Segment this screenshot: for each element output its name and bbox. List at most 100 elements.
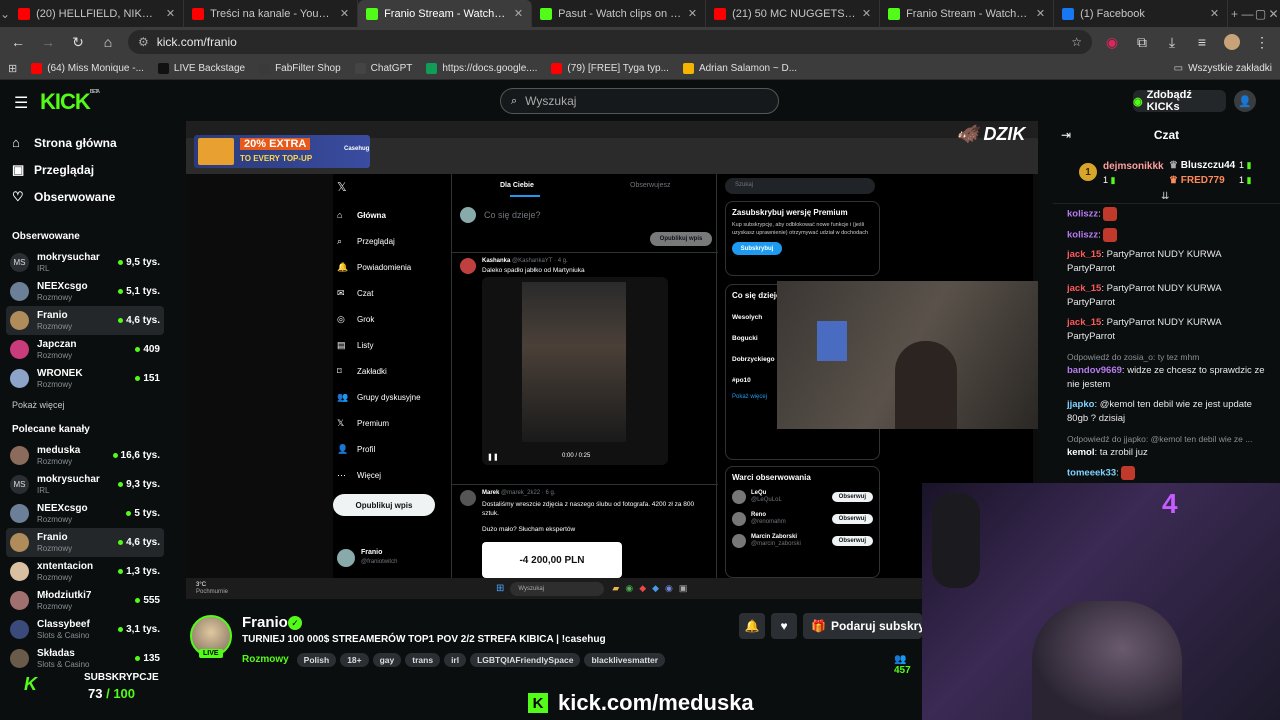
search-input[interactable]: ⌕ Wyszukaj — [500, 88, 779, 114]
forward-icon[interactable]: → — [38, 32, 58, 52]
bookmark[interactable]: (64) Miss Monique -... — [31, 62, 144, 74]
address-bar[interactable]: ⚙ kick.com/franio ☆ — [128, 30, 1092, 54]
bookmark[interactable]: (79) [FREE] Tyga typ... — [551, 62, 669, 74]
bookmark[interactable]: FabFilter Shop — [259, 62, 341, 74]
tab-close-icon[interactable]: ✕ — [688, 7, 697, 20]
sidebar-nav-item[interactable]: ⌂ Strona główna — [0, 129, 170, 156]
sidebar-channel[interactable]: MS mokrysuchar IRL 9,3 tys. — [0, 470, 170, 499]
chat-message[interactable]: jack_15: PartyParrot NUDY KURWA PartyPar… — [1053, 282, 1280, 310]
tab-close-icon[interactable]: ✕ — [1210, 7, 1219, 20]
browser-tab[interactable]: Franio Stream - Watch Live on ✕ — [880, 0, 1055, 27]
x-nav-item[interactable]: 𝕏 Premium — [337, 410, 447, 436]
x-nav-item[interactable]: ◎ Grok — [337, 306, 447, 332]
stream-tag[interactable]: 18+ — [340, 653, 369, 667]
stream-tag[interactable]: blacklivesmatter — [584, 653, 666, 667]
folder-app-icon[interactable]: ▰ — [612, 583, 619, 594]
x-nav-item[interactable]: ⌂ Główna — [337, 202, 447, 228]
new-tab-button[interactable]: + — [1228, 0, 1241, 27]
chat-message[interactable]: Odpowiedź do jjapko: @kemol ten debil wi… — [1053, 432, 1280, 460]
reload-icon[interactable]: ↻ — [68, 32, 88, 52]
video-pause-icon[interactable]: ❚❚ — [487, 453, 499, 461]
browser-tab[interactable]: Franio Stream - Watch Live on ✕ — [358, 0, 533, 27]
get-kicks-button[interactable]: ◉ Zdobądź KICKs — [1133, 89, 1226, 113]
sidebar-channel[interactable]: Franio Rozmowy 4,6 tys. — [6, 528, 164, 557]
back-icon[interactable]: ← — [8, 32, 28, 52]
all-bookmarks[interactable]: ▭ Wszystkie zakładki — [1174, 63, 1272, 74]
minimize-icon[interactable]: — — [1241, 0, 1254, 27]
tab-close-icon[interactable]: ✕ — [166, 7, 175, 20]
chat-username[interactable]: jack_15 — [1067, 249, 1101, 260]
tab-for-you[interactable]: Dla Ciebie — [500, 182, 534, 189]
sidebar-channel[interactable]: WRONEK Rozmowy 151 — [0, 364, 170, 393]
sidebar-nav-item[interactable]: ▣ Przeglądaj — [0, 156, 170, 183]
x-nav-item[interactable]: 👤 Profil — [337, 436, 447, 462]
browser-tab[interactable]: Pasut - Watch clips on Kick ✕ — [532, 0, 707, 27]
x-nav-item[interactable]: ⌑ Zakładki — [337, 358, 447, 384]
stream-category[interactable]: Rozmowy — [242, 654, 289, 665]
chat-username[interactable]: koliszz — [1067, 229, 1098, 240]
x-nav-item[interactable]: ✉ Czat — [337, 280, 447, 306]
stream-tag[interactable]: LGBTQIAFriendlySpace — [470, 653, 581, 667]
follow-button[interactable]: Obserwuj — [831, 514, 873, 524]
follow-button[interactable]: Obserwuj — [831, 492, 873, 502]
bookmark[interactable]: LIVE Backstage — [157, 62, 245, 74]
x-post-button[interactable]: Opublikuj wpis — [333, 494, 435, 516]
hamburger-menu-icon[interactable]: ☰ — [14, 93, 28, 113]
x-nav-item[interactable]: ▤ Listy — [337, 332, 447, 358]
bookmark[interactable]: Adrian Salamon ~ D... — [682, 62, 797, 74]
app-icon[interactable]: ▣ — [679, 583, 688, 594]
close-window-icon[interactable]: ✕ — [1267, 0, 1280, 27]
sidebar-channel[interactable]: xntentacion Rozmowy 1,3 tys. — [0, 557, 170, 586]
windows-start-icon[interactable]: ⊞ — [496, 583, 504, 594]
premium-subscribe-button[interactable]: Subskrybuj — [732, 242, 782, 255]
tab-list-icon[interactable]: ⌄ — [0, 0, 10, 27]
browser-tab[interactable]: (20) HELLFIELD, NIKO PANDETT ✕ — [10, 0, 185, 27]
stream-tag[interactable]: Polish — [296, 653, 337, 667]
chrome-app-icon[interactable]: ◉ — [625, 583, 633, 594]
expand-leaderboard-icon[interactable]: ⇊ — [1161, 191, 1169, 202]
video-player[interactable]: 20% EXTRA TO EVERY TOP-UP Casehug 🐗 DZIK… — [186, 121, 1038, 599]
gift-sub-button[interactable]: 🎁Podaruj subskrypcję — [803, 613, 922, 639]
tab-close-icon[interactable]: ✕ — [1036, 7, 1045, 20]
compose-post-button[interactable]: Opublikuj wpis — [650, 232, 712, 246]
sidebar-channel[interactable]: Franio Rozmowy 4,6 tys. — [6, 306, 164, 335]
chat-username[interactable]: bandov9669 — [1067, 365, 1122, 376]
queue-icon[interactable]: ≡ — [1192, 32, 1212, 52]
chat-message[interactable]: tomeeek33: — [1053, 466, 1280, 481]
profile-avatar[interactable] — [1222, 32, 1242, 52]
discord-app-icon[interactable]: ◉ — [665, 583, 673, 594]
sidebar-channel[interactable]: Japczan Rozmowy 409 — [0, 335, 170, 364]
site-info-icon[interactable]: ⚙ — [138, 35, 149, 49]
sidebar-channel[interactable]: Składas Slots & Casino 135 — [0, 644, 170, 673]
app-icon[interactable]: ◆ — [639, 583, 646, 594]
x-nav-item[interactable]: 👥 Grupy dyskusyjne — [337, 384, 447, 410]
app-icon[interactable]: ◆ — [652, 583, 659, 594]
sidebar-channel[interactable]: Classybeef Slots & Casino 3,1 tys. — [0, 615, 170, 644]
chat-username[interactable]: jack_15 — [1067, 283, 1101, 294]
chat-message[interactable]: koliszz: — [1053, 227, 1280, 243]
bookmark-star-icon[interactable]: ☆ — [1071, 35, 1082, 49]
bookmark[interactable]: https://docs.google.... — [426, 62, 537, 74]
sidebar-nav-item[interactable]: ♡ Obserwowane — [0, 183, 170, 210]
post1-video[interactable]: ❚❚ 0:00 / 0:25 — [482, 277, 668, 465]
chat-message[interactable]: jjapko: @kemol ten debil wie ze jest upd… — [1053, 398, 1280, 426]
chat-message[interactable]: Odpowiedź do zosia_o: ty tez mhm bandov96… — [1053, 350, 1280, 392]
extension-icon[interactable]: ◉ — [1102, 32, 1122, 52]
chat-username[interactable]: kemol — [1067, 447, 1094, 458]
browser-tab[interactable]: (21) 50 MC NUGGETS CHALLE ✕ — [706, 0, 881, 27]
compose-input[interactable]: Co się dzieje? — [484, 210, 541, 220]
chat-message[interactable]: koliszz: — [1053, 207, 1280, 222]
chat-message[interactable]: jack_15: PartyParrot NUDY KURWA PartyPar… — [1053, 248, 1280, 276]
stream-tag[interactable]: gay — [372, 653, 402, 667]
follow-heart-icon[interactable]: ♥ — [771, 613, 797, 639]
apps-icon[interactable]: ⊞ — [8, 62, 17, 75]
tab-close-icon[interactable]: ✕ — [514, 7, 523, 20]
sidebar-channel[interactable]: NEEXcsgo Rozmowy 5,1 tys. — [0, 277, 170, 306]
x-nav-item[interactable]: ⋯ Więcej — [337, 462, 447, 488]
menu-icon[interactable]: ⋮ — [1252, 32, 1272, 52]
stream-tag[interactable]: trans — [405, 653, 441, 667]
notification-bell-icon[interactable]: 🔔 — [739, 613, 765, 639]
tab-following[interactable]: Obserwujesz — [630, 182, 670, 189]
chat-message[interactable]: jack_15: PartyParrot NUDY KURWA PartyPar… — [1053, 316, 1280, 344]
tab-close-icon[interactable]: ✕ — [862, 7, 871, 20]
